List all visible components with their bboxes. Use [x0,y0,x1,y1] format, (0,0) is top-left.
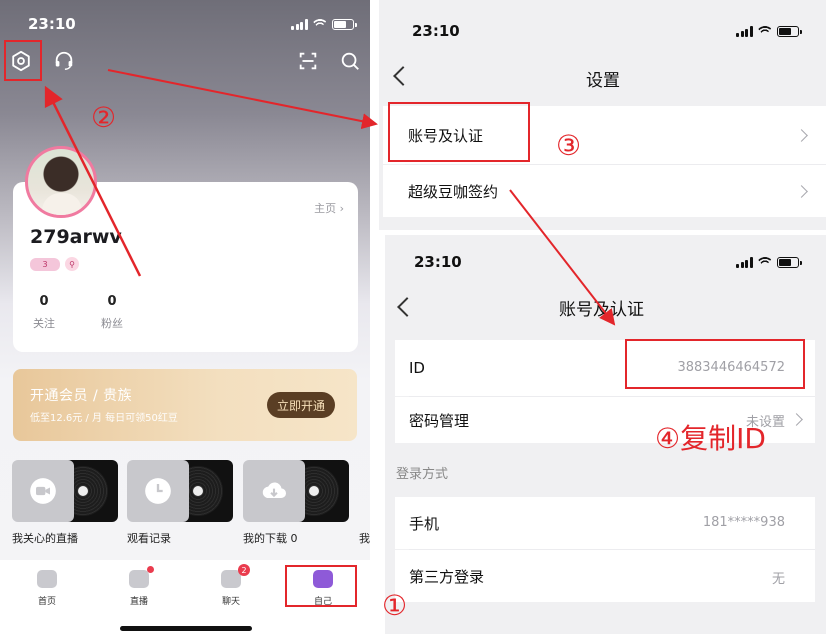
annotation-arrows [44,69,616,326]
arrow-to-account-screen [509,189,616,326]
step-1-marker: ① [382,589,408,622]
tutorial-screenshot: 23:10 主页 › 279arwv 3 ⚲ 0 关注 0 粉丝 开通会员 / … [0,0,826,634]
step-4-copy-id-note: ④复制ID [655,422,766,455]
step-3-marker: ③ [556,129,582,162]
step-2-marker: ② [91,101,117,134]
arrow-to-settings-screen [107,69,378,130]
